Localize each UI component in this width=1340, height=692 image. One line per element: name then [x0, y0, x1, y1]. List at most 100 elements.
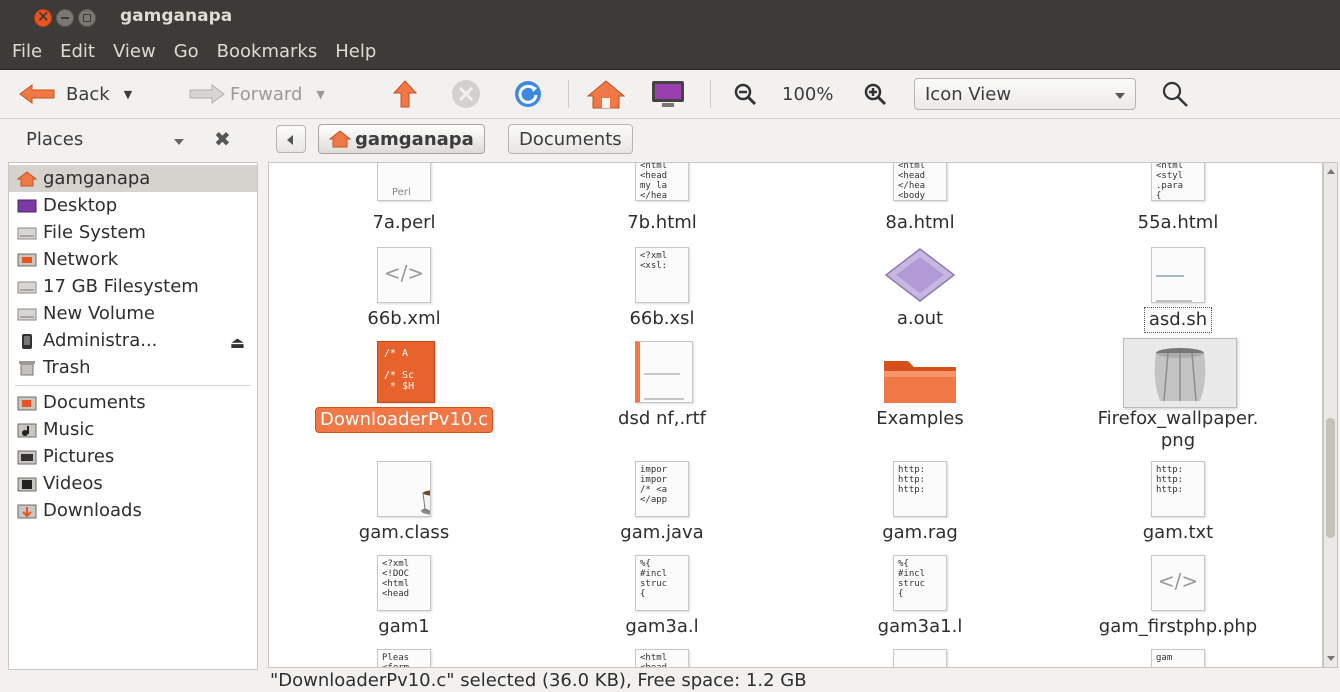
sidebar-item-file-system[interactable]: File System — [9, 219, 257, 246]
menu-file[interactable]: File — [12, 41, 42, 62]
file-name: dsd nf,.rtf — [618, 408, 706, 429]
zoom-in-icon — [864, 83, 887, 106]
minimize-window-button[interactable] — [56, 9, 74, 27]
sidebar-item-new-volume[interactable]: New Volume — [9, 300, 257, 327]
menu-bar: File Edit View Go Bookmarks Help — [0, 34, 1340, 70]
sidebar-item-label: Trash — [43, 357, 91, 378]
toolbar: Back ▼ Forward ▼ 100% Icon View — [0, 70, 1340, 119]
file-name: Firefox_wallpaper. png — [1097, 408, 1259, 451]
back-arrow-icon — [19, 84, 55, 104]
sidebar-item-label: 17 GB Filesystem — [43, 276, 199, 297]
eject-icon[interactable]: ⏏ — [230, 333, 245, 352]
rtf-document-icon — [635, 341, 693, 403]
zoom-level: 100% — [782, 83, 834, 105]
downloads-folder-icon — [17, 504, 37, 518]
close-window-button[interactable] — [34, 7, 52, 27]
sidebar-item-pictures[interactable]: Pictures — [9, 443, 257, 470]
places-label[interactable]: Places — [26, 129, 83, 150]
reload-button[interactable] — [512, 78, 544, 110]
scroll-down-icon[interactable] — [1327, 656, 1335, 661]
file-name: DownloaderPv10.c — [315, 407, 493, 433]
image-thumbnail — [1123, 338, 1237, 408]
sidebar-item-desktop[interactable]: Desktop — [9, 192, 257, 219]
search-button[interactable] — [1160, 78, 1190, 110]
sidebar-item-trash[interactable]: Trash — [9, 354, 257, 381]
crumb-documents[interactable]: Documents — [508, 124, 633, 154]
sidebar-item-music[interactable]: Music — [9, 416, 257, 443]
text-file-icon: Pleas <form — [377, 649, 431, 667]
java-source-file-icon: impor impor /* <a </app — [635, 461, 689, 517]
scrollbar-thumb[interactable] — [1326, 418, 1335, 538]
back-button[interactable]: Back ▼ — [18, 78, 132, 110]
zoom-in-button[interactable] — [862, 78, 888, 110]
lex-file-icon: %{ #incl struc { — [635, 555, 689, 611]
home-folder-icon — [17, 170, 37, 186]
menu-view[interactable]: View — [113, 41, 156, 62]
desktop-icon — [17, 199, 37, 212]
search-icon — [1162, 81, 1188, 107]
forward-dropdown-icon[interactable]: ▼ — [316, 88, 324, 101]
sidebar-item-documents[interactable]: Documents — [9, 389, 257, 416]
sidebar-item-17gb-filesystem[interactable]: 17 GB Filesystem — [9, 273, 257, 300]
menu-bookmarks[interactable]: Bookmarks — [217, 41, 318, 62]
executable-icon — [884, 248, 956, 302]
title-bar: gamganapa — [0, 0, 1340, 34]
close-sidebar-icon[interactable]: ✖ — [214, 127, 231, 151]
phone-icon — [22, 333, 32, 349]
view-mode-select[interactable]: Icon View — [914, 78, 1136, 110]
sidebar-item-label: Pictures — [43, 446, 115, 467]
file-name: gam_firstphp.php — [1098, 616, 1258, 637]
stop-icon — [452, 80, 480, 108]
menu-go[interactable]: Go — [174, 41, 199, 62]
file-name: 55a.html — [1137, 212, 1219, 233]
path-scroll-left-button[interactable] — [276, 125, 306, 153]
stop-button[interactable] — [450, 78, 482, 110]
file-name: gam3a1.l — [877, 616, 963, 637]
back-dropdown-icon[interactable]: ▼ — [124, 88, 132, 101]
sidebar-item-administra[interactable]: Administra... ⏏ — [9, 327, 257, 354]
vertical-scrollbar[interactable] — [1323, 162, 1338, 668]
wallpaper-image-icon — [1124, 339, 1236, 407]
pictures-folder-icon — [17, 450, 37, 464]
home-folder-icon — [329, 130, 351, 148]
sidebar-item-home[interactable]: gamganapa — [9, 165, 257, 192]
computer-button[interactable] — [648, 78, 688, 110]
path-bar: gamganapa Documents — [268, 119, 1340, 161]
drive-icon — [17, 227, 37, 239]
maximize-window-button[interactable] — [78, 9, 96, 27]
home-button[interactable] — [586, 78, 626, 110]
music-folder-icon — [17, 423, 37, 437]
crumb-home[interactable]: gamganapa — [318, 124, 485, 154]
menu-edit[interactable]: Edit — [60, 41, 95, 62]
file-name: 7a.perl — [372, 212, 436, 233]
sidebar-item-label: gamganapa — [43, 168, 151, 189]
zoom-out-button[interactable] — [732, 78, 758, 110]
html-file-icon: <html <head my la </hea — [635, 163, 689, 201]
sidebar-item-label: Network — [43, 249, 119, 270]
file-icon-view: Perl 7a.perl <html <head my la </hea 7b.… — [268, 162, 1323, 668]
forward-button[interactable]: Forward ▼ — [186, 78, 325, 110]
menu-help[interactable]: Help — [335, 41, 376, 62]
scroll-up-icon[interactable] — [1327, 169, 1335, 174]
view-mode-value: Icon View — [925, 83, 1012, 105]
crumb-home-label: gamganapa — [355, 128, 474, 150]
file-name: 66b.xml — [367, 308, 441, 329]
status-bar: "DownloaderPv10.c" selected (36.0 KB), F… — [270, 670, 807, 691]
up-arrow-icon — [392, 80, 418, 108]
file-name: 7b.html — [627, 212, 697, 233]
trash-icon — [19, 360, 35, 375]
sidebar-item-network[interactable]: Network — [9, 246, 257, 273]
places-dropdown-icon[interactable] — [174, 139, 184, 145]
xml-file-icon: <?xml <!DOC <html <head — [377, 555, 431, 611]
sidebar-item-downloads[interactable]: Downloads — [9, 497, 257, 524]
places-sidebar: gamganapa Desktop File System Network 17… — [8, 162, 258, 670]
c-source-file-icon: /* A /* Sc * $H — [377, 341, 435, 403]
text-file-icon: http: http: http: — [893, 461, 947, 517]
sidebar-item-videos[interactable]: Videos — [9, 470, 257, 497]
file-name: gam1 — [378, 616, 430, 637]
file-name: gam.rag — [882, 522, 958, 543]
sidebar-divider — [15, 385, 251, 386]
zoom-out-icon — [734, 83, 757, 106]
up-button[interactable] — [392, 78, 418, 110]
php-file-icon: </> — [1151, 555, 1205, 611]
